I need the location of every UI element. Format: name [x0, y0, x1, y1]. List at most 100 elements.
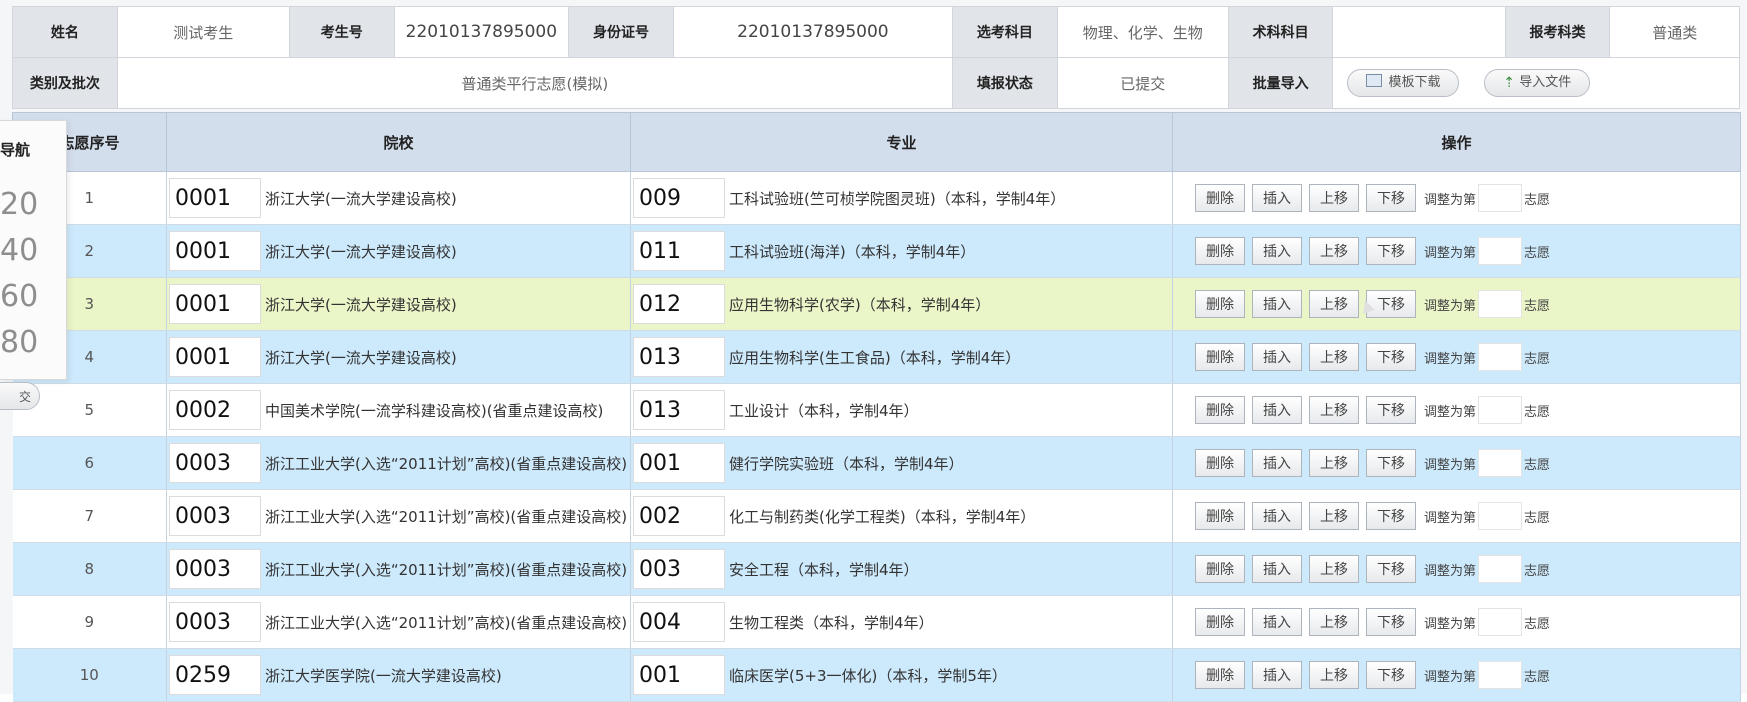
nav-jump-20[interactable]: 20 [0, 187, 38, 222]
major-code-input[interactable]: 002 [633, 496, 725, 536]
insert-button[interactable]: 插入 [1252, 237, 1302, 265]
ops-cell: 删除 插入 上移 下移 调整为第 志愿 [1172, 171, 1741, 225]
move-up-button[interactable]: 上移 [1309, 343, 1359, 371]
id-label: 身份证号 [568, 6, 674, 58]
major-name: 应用生物科学(生工食品)（本科，学制4年） [729, 348, 1021, 367]
delete-button[interactable]: 删除 [1195, 343, 1245, 371]
school-code-input[interactable]: 0001 [169, 178, 261, 218]
move-up-button[interactable]: 上移 [1309, 184, 1359, 212]
move-down-button[interactable]: 下移 [1366, 449, 1416, 477]
seq-cell: 8 [12, 542, 167, 596]
major-code-input[interactable]: 011 [633, 231, 725, 271]
adjust-position-input[interactable] [1478, 184, 1523, 212]
move-down-button[interactable]: 下移 [1366, 237, 1416, 265]
volunteer-unit-label: 志愿 [1524, 298, 1551, 314]
insert-button[interactable]: 插入 [1252, 449, 1302, 477]
delete-button[interactable]: 删除 [1195, 661, 1245, 689]
major-code-input[interactable]: 003 [633, 549, 725, 589]
move-up-button[interactable]: 上移 [1309, 608, 1359, 636]
insert-button[interactable]: 插入 [1252, 396, 1302, 424]
major-name: 应用生物科学(农学)（本科，学制4年） [729, 295, 991, 314]
table-row: 7 0003 浙江工业大学(入选“2011计划”高校)(省重点建设高校) 002 化工与… [12, 489, 1741, 543]
delete-button[interactable]: 删除 [1195, 502, 1245, 530]
move-down-button[interactable]: 下移 [1366, 555, 1416, 583]
move-up-button[interactable]: 上移 [1309, 237, 1359, 265]
major-code-input[interactable]: 012 [633, 284, 725, 324]
delete-button[interactable]: 删除 [1195, 449, 1245, 477]
move-down-button[interactable]: 下移 [1366, 290, 1416, 318]
name-value: 测试考生 [116, 6, 290, 58]
move-down-button[interactable]: 下移 [1366, 343, 1416, 371]
school-code-input[interactable]: 0001 [169, 337, 261, 377]
major-name: 化工与制药类(化学工程类)（本科，学制4年） [729, 507, 1036, 526]
adjust-position-input[interactable] [1478, 290, 1523, 318]
adjust-position-input[interactable] [1478, 237, 1523, 265]
batch-value: 普通类平行志愿(模拟) [116, 57, 953, 109]
major-code-input[interactable]: 004 [633, 602, 725, 642]
adjust-position-input[interactable] [1478, 661, 1523, 689]
move-down-button[interactable]: 下移 [1366, 396, 1416, 424]
nav-jump-60[interactable]: 60 [0, 279, 38, 314]
ops-cell: 删除 插入 上移 下移 调整为第 志愿 [1172, 489, 1741, 543]
insert-button[interactable]: 插入 [1252, 184, 1302, 212]
move-down-button[interactable]: 下移 [1366, 502, 1416, 530]
move-up-button[interactable]: 上移 [1309, 502, 1359, 530]
delete-button[interactable]: 删除 [1195, 237, 1245, 265]
school-code-input[interactable]: 0003 [169, 443, 261, 483]
move-up-button[interactable]: 上移 [1309, 555, 1359, 583]
volunteer-unit-label: 志愿 [1524, 616, 1551, 632]
insert-button[interactable]: 插入 [1252, 661, 1302, 689]
major-code-input[interactable]: 001 [633, 443, 725, 483]
delete-button[interactable]: 删除 [1195, 290, 1245, 318]
major-code-input[interactable]: 009 [633, 178, 725, 218]
insert-button[interactable]: 插入 [1252, 555, 1302, 583]
school-code-input[interactable]: 0001 [169, 284, 261, 324]
insert-button[interactable]: 插入 [1252, 343, 1302, 371]
adjust-position-input[interactable] [1478, 343, 1523, 371]
ops-cell: 删除 插入 上移 下移 调整为第 志愿 [1172, 383, 1741, 437]
move-down-button[interactable]: 下移 [1366, 184, 1416, 212]
insert-button[interactable]: 插入 [1252, 608, 1302, 636]
fill-status-label: 填报状态 [951, 57, 1058, 109]
move-up-button[interactable]: 上移 [1309, 396, 1359, 424]
volunteer-form-page: 姓名 测试考生 考生号 22010137895000 身份证号 22010137… [0, 0, 1747, 702]
move-up-button[interactable]: 上移 [1309, 449, 1359, 477]
school-code-input[interactable]: 0003 [169, 496, 261, 536]
move-up-button[interactable]: 上移 [1309, 661, 1359, 689]
adjust-position-input[interactable] [1478, 502, 1523, 530]
school-code-input[interactable]: 0002 [169, 390, 261, 430]
import-file-button[interactable]: ⇡ 导入文件 [1484, 69, 1591, 97]
major-cell: 002 化工与制药类(化学工程类)（本科，学制4年） [630, 489, 1173, 543]
delete-button[interactable]: 删除 [1195, 184, 1245, 212]
major-code-input[interactable]: 013 [633, 337, 725, 377]
nav-jump-40[interactable]: 40 [0, 233, 38, 268]
school-code-input[interactable]: 0003 [169, 549, 261, 589]
insert-button[interactable]: 插入 [1252, 502, 1302, 530]
delete-button[interactable]: 删除 [1195, 608, 1245, 636]
adjust-position-input[interactable] [1478, 396, 1523, 424]
school-code-input[interactable]: 0001 [169, 231, 261, 271]
school-name: 浙江大学(一流大学建设高校) [265, 242, 457, 261]
nav-jump-80[interactable]: 80 [0, 325, 38, 360]
template-download-label: 模板下载 [1388, 75, 1441, 90]
major-code-input[interactable]: 001 [633, 655, 725, 695]
floating-submit-button[interactable]: 交 [0, 382, 40, 410]
adjust-position-input[interactable] [1478, 449, 1523, 477]
volunteer-unit-label: 志愿 [1524, 351, 1551, 367]
school-code-input[interactable]: 0003 [169, 602, 261, 642]
skill-subject-value [1332, 6, 1506, 58]
template-download-button[interactable]: 模板下载 [1347, 69, 1460, 97]
ops-cell: 删除 插入 上移 下移 调整为第 志愿 [1172, 542, 1741, 596]
delete-button[interactable]: 删除 [1195, 555, 1245, 583]
move-down-button[interactable]: 下移 [1366, 608, 1416, 636]
move-up-button[interactable]: 上移 [1309, 290, 1359, 318]
delete-button[interactable]: 删除 [1195, 396, 1245, 424]
insert-button[interactable]: 插入 [1252, 290, 1302, 318]
major-name: 安全工程（本科，学制4年） [729, 560, 919, 579]
school-code-input[interactable]: 0259 [169, 655, 261, 695]
move-down-button[interactable]: 下移 [1366, 661, 1416, 689]
major-code-input[interactable]: 013 [633, 390, 725, 430]
volunteer-unit-label: 志愿 [1524, 563, 1551, 579]
adjust-position-input[interactable] [1478, 555, 1523, 583]
adjust-position-input[interactable] [1478, 608, 1523, 636]
